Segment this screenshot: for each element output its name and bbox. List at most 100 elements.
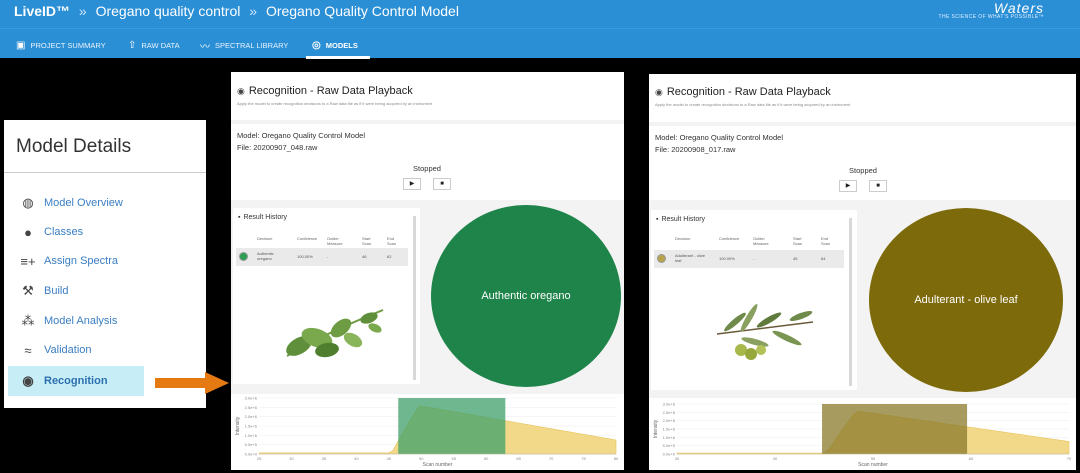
x-tick-label: 30 xyxy=(675,456,680,461)
row-end-scan: 64 xyxy=(821,256,826,261)
scrollbar[interactable] xyxy=(849,218,852,386)
model-label: Model: Oregano Quality Control Model xyxy=(655,133,783,142)
play-button[interactable]: ▶ xyxy=(403,178,421,190)
menu-item-recognition[interactable]: ◉ Recognition xyxy=(8,366,144,396)
y-tick-label: 1.5e+6 xyxy=(663,427,676,432)
models-icon: ◎ xyxy=(312,39,321,51)
olive-branch-image xyxy=(716,304,814,360)
spectrum-icon: 〰 xyxy=(200,41,210,53)
x-tick-label: 35 xyxy=(322,456,327,461)
y-axis-label: Intensity xyxy=(235,416,241,435)
menu-item-validation[interactable]: ≈ Validation xyxy=(18,339,92,361)
playback-status: Stopped xyxy=(413,164,441,173)
panel-title: Model Details xyxy=(16,136,132,157)
active-tab-indicator xyxy=(306,56,370,59)
app-window: LiveID™ » Oregano quality control » Oreg… xyxy=(0,0,1080,473)
row-start-scan: 46 xyxy=(362,254,367,259)
hammer-icon: ⚒ xyxy=(22,283,34,298)
playback-panel-adulterant: ◉ Recognition - Raw Data Playback Apply t… xyxy=(649,74,1076,470)
y-tick-label: 1.5e+6 xyxy=(245,424,258,429)
row-confidence: 100.00% xyxy=(297,254,313,259)
column-header: Start Scan xyxy=(362,236,372,246)
history-icon: ▪ xyxy=(238,214,241,221)
x-tick-label: 80 xyxy=(614,456,619,461)
tab-label: PROJECT SUMMARY xyxy=(30,40,106,50)
file-label: File: 20200908_017.raw xyxy=(655,145,736,154)
menu-label: Model Analysis xyxy=(44,315,118,327)
file-label: File: 20200907_048.raw xyxy=(237,143,318,152)
class-color-dot xyxy=(657,254,666,263)
menu-label: Build xyxy=(44,285,69,297)
play-button[interactable]: ▶ xyxy=(839,180,857,192)
menu-label: Validation xyxy=(44,344,92,356)
tab-raw-data[interactable]: ⇧ RAW DATA xyxy=(128,35,180,55)
stop-button[interactable]: ■ xyxy=(433,178,451,190)
x-tick-label: 55 xyxy=(452,456,457,461)
playback-subtitle: Apply the model to create recognition de… xyxy=(237,101,433,106)
list-add-icon: ≡+ xyxy=(20,253,36,269)
class-color-dot xyxy=(239,252,248,261)
analysis-icon: ⁂ xyxy=(21,313,35,328)
decision-window xyxy=(398,398,506,454)
x-tick-label: 60 xyxy=(484,456,489,461)
menu-item-classes[interactable]: ● Classes xyxy=(18,221,83,243)
menu-label: Classes xyxy=(44,226,84,238)
menu-item-model-overview[interactable]: ◍ Model Overview xyxy=(18,192,123,214)
tab-spectral-library[interactable]: 〰 SPECTRAL LIBRARY xyxy=(200,35,288,55)
model-details-panel: Model Details ◍ Model Overview ● Classes… xyxy=(4,120,206,408)
column-header: Start Scan xyxy=(793,236,803,246)
chromatogram-card: 0.0e+0 5.0e+5 1.0e+6 1.5e+6 2.0e+6 2.5e+6 3.0e… xyxy=(231,394,624,470)
row-decision: Adulterant - olive leaf xyxy=(675,253,706,263)
menu-item-model-analysis[interactable]: ⁂ Model Analysis xyxy=(18,310,118,332)
brand-logo: Waters THE SCIENCE OF WHAT'S POSSIBLE™ xyxy=(939,0,1045,20)
y-tick-label: 5.0e+5 xyxy=(663,443,676,448)
column-header: Decision xyxy=(257,236,273,241)
breadcrumb-project[interactable]: Oregano quality control xyxy=(96,3,241,19)
row-outlier: - xyxy=(753,256,755,261)
tab-label: SPECTRAL LIBRARY xyxy=(215,40,289,50)
x-tick-label: 45 xyxy=(387,456,392,461)
oregano-sprig-image xyxy=(286,309,384,358)
result-circle: Authentic oregano xyxy=(431,205,621,387)
menu-item-build[interactable]: ⚒ Build xyxy=(18,280,68,302)
result-history-card: ▪ Result History Decision Confidence Outl… xyxy=(651,210,857,390)
x-tick-label: 75 xyxy=(581,456,586,461)
y-tick-label: 2.0e+6 xyxy=(663,418,676,423)
y-tick-label: 3.0e+6 xyxy=(245,396,258,401)
stop-button[interactable]: ■ xyxy=(869,180,887,192)
decision-window xyxy=(822,404,968,454)
history-title: Result History xyxy=(661,216,706,223)
tab-label: RAW DATA xyxy=(141,40,180,50)
tab-project-summary[interactable]: ▣ PROJECT SUMMARY xyxy=(16,35,106,55)
app-name[interactable]: LiveID™ xyxy=(14,3,70,19)
table-row[interactable]: Adulterant - olive leaf 100.00% - 45 64 xyxy=(654,250,844,268)
x-axis-label: Scan number xyxy=(858,462,888,468)
row-end-scan: 62 xyxy=(387,254,392,259)
tab-label: MODELS xyxy=(325,40,358,50)
breadcrumb-model[interactable]: Oregano Quality Control Model xyxy=(266,3,459,19)
column-header: End Scan xyxy=(821,236,831,246)
playback-controls-card: Model: Oregano Quality Control Model Fil… xyxy=(231,124,624,200)
x-tick-label: 50 xyxy=(419,456,424,461)
x-tick-label: 25 xyxy=(257,456,262,461)
column-header: End Scan xyxy=(387,236,397,246)
row-confidence: 100.00% xyxy=(719,256,735,261)
x-tick-label: 50 xyxy=(871,456,876,461)
playback-controls-card: Model: Oregano Quality Control Model Fil… xyxy=(649,126,1076,200)
playback-subtitle: Apply the model to create recognition de… xyxy=(655,102,851,107)
chromatogram-chart: 0.0e+05.0e+51.0e+61.5e+62.0e+62.5e+63.0e… xyxy=(653,402,1072,469)
x-tick-label: 70 xyxy=(549,456,554,461)
menu-item-assign-spectra[interactable]: ≡+ Assign Spectra xyxy=(18,250,118,272)
scrollbar[interactable] xyxy=(413,216,416,380)
result-label: Adulterant - olive leaf xyxy=(914,294,1018,306)
x-tick-label: 65 xyxy=(516,456,521,461)
playback-header-card: ◉ Recognition - Raw Data Playback Apply t… xyxy=(649,74,1076,122)
x-tick-label: 40 xyxy=(354,456,359,461)
y-tick-label: 1.0e+6 xyxy=(663,435,676,440)
table-row[interactable]: Authentic oregano 100.00% - 46 62 xyxy=(236,248,408,266)
row-start-scan: 45 xyxy=(793,256,798,261)
y-tick-label: 3.0e+6 xyxy=(663,402,676,407)
column-header: Outlier Measure xyxy=(753,236,769,246)
column-header: Confidence xyxy=(297,236,318,241)
tab-models[interactable]: ◎ MODELS xyxy=(312,35,358,55)
